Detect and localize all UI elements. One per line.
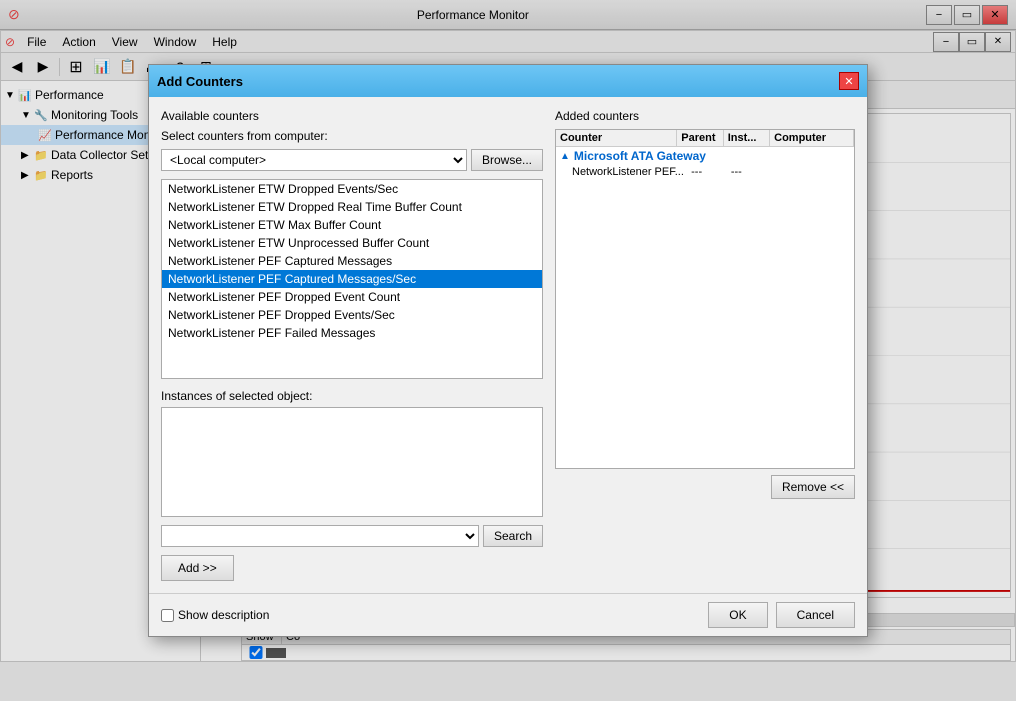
search-dropdown[interactable]	[161, 525, 479, 547]
added-counter-row-0: NetworkListener PEF... --- ---	[556, 165, 854, 179]
select-from-label: Select counters from computer:	[161, 129, 543, 143]
instances-label: Instances of selected object:	[161, 389, 543, 403]
added-counter-name: NetworkListener PEF...	[572, 166, 691, 178]
dialog-right-panel: Added counters Counter Parent Inst... Co…	[555, 109, 855, 581]
counters-list[interactable]: NetworkListener ETW Dropped Events/Sec N…	[161, 179, 543, 379]
instances-list	[161, 407, 543, 517]
added-counter-inst: ---	[731, 166, 771, 178]
browse-btn[interactable]: Browse...	[471, 149, 543, 171]
counter-item-0[interactable]: NetworkListener ETW Dropped Events/Sec	[162, 180, 542, 198]
show-description-label: Show description	[178, 608, 269, 622]
counter-item-1[interactable]: NetworkListener ETW Dropped Real Time Bu…	[162, 198, 542, 216]
counter-group-0[interactable]: ▲ Microsoft ATA Gateway	[556, 147, 854, 165]
added-counters-table: Counter Parent Inst... Computer ▲ Micros…	[555, 129, 855, 469]
computer-select-row: <Local computer> Browse...	[161, 149, 543, 171]
show-description-checkbox[interactable]	[161, 609, 174, 622]
counter-item-7[interactable]: NetworkListener PEF Dropped Events/Sec	[162, 306, 542, 324]
added-counters-header: Counter Parent Inst... Computer	[556, 130, 854, 147]
header-inst: Inst...	[724, 130, 770, 146]
counter-item-6[interactable]: NetworkListener PEF Dropped Event Count	[162, 288, 542, 306]
added-counter-parent: ---	[691, 166, 731, 178]
ok-btn[interactable]: OK	[708, 602, 767, 628]
show-description-row: Show description	[161, 608, 269, 622]
counter-item-5[interactable]: NetworkListener PEF Captured Messages/Se…	[162, 270, 542, 288]
add-counters-dialog: Add Counters ✕ Available counters Select…	[148, 64, 868, 637]
header-parent: Parent	[677, 130, 723, 146]
search-btn[interactable]: Search	[483, 525, 543, 547]
counter-item-2[interactable]: NetworkListener ETW Max Buffer Count	[162, 216, 542, 234]
added-counters-label: Added counters	[555, 109, 855, 123]
available-counters-label: Available counters	[161, 109, 543, 123]
cancel-btn[interactable]: Cancel	[776, 602, 855, 628]
header-computer: Computer	[770, 130, 854, 146]
search-row: Search	[161, 525, 543, 547]
header-counter: Counter	[556, 130, 677, 146]
dialog-overlay: Add Counters ✕ Available counters Select…	[0, 0, 1016, 701]
dialog-body: Available counters Select counters from …	[149, 97, 867, 593]
add-btn[interactable]: Add >>	[161, 555, 234, 581]
dialog-left-panel: Available counters Select counters from …	[161, 109, 543, 581]
computer-dropdown[interactable]: <Local computer>	[161, 149, 467, 171]
group-name-0: Microsoft ATA Gateway	[574, 149, 706, 163]
counter-item-3[interactable]: NetworkListener ETW Unprocessed Buffer C…	[162, 234, 542, 252]
dialog-footer: Show description OK Cancel	[149, 593, 867, 636]
dialog-title-bar: Add Counters ✕	[149, 65, 867, 97]
remove-btn[interactable]: Remove <<	[771, 475, 855, 499]
counter-item-4[interactable]: NetworkListener PEF Captured Messages	[162, 252, 542, 270]
footer-buttons: OK Cancel	[708, 602, 855, 628]
dialog-close-btn[interactable]: ✕	[839, 72, 859, 90]
counter-item-8[interactable]: NetworkListener PEF Failed Messages	[162, 324, 542, 342]
dialog-title: Add Counters	[157, 74, 243, 89]
